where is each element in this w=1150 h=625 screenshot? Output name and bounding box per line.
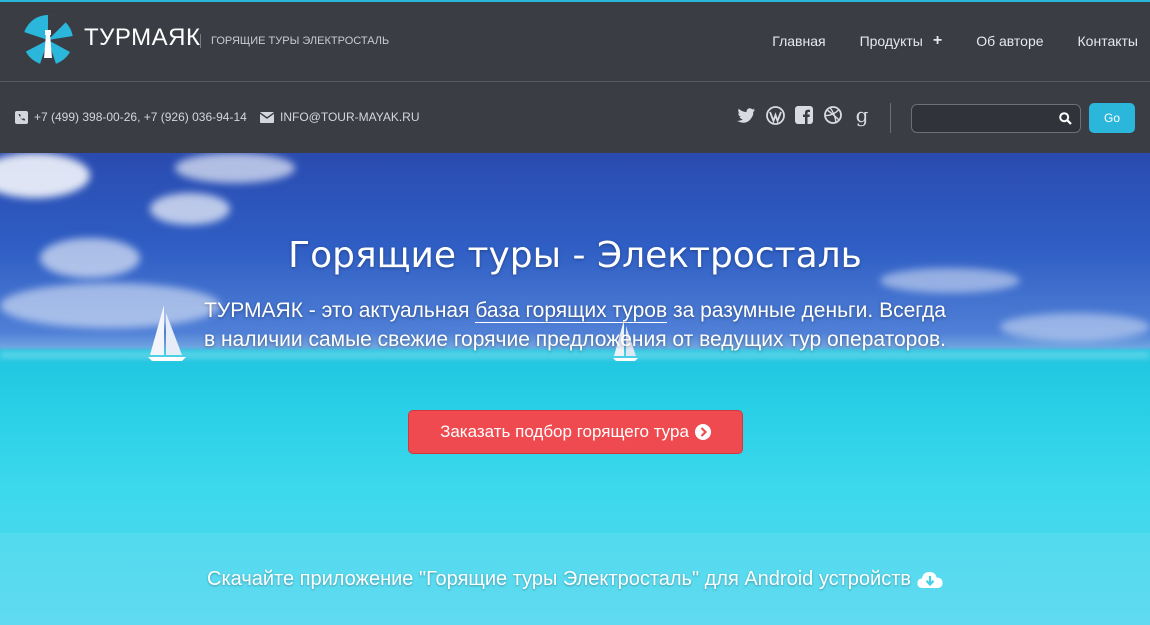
divider xyxy=(890,103,891,133)
dribbble-icon[interactable] xyxy=(823,105,843,125)
cloud xyxy=(150,193,230,225)
nav-home[interactable]: Главная xyxy=(772,33,825,49)
brand-name[interactable]: ТУРМАЯК xyxy=(84,24,200,52)
phone-icon xyxy=(15,110,28,124)
email-contact[interactable]: INFO@TOUR-MAYAK.RU xyxy=(260,110,420,124)
social-links: g xyxy=(736,103,881,127)
nav-contacts-label: Контакты xyxy=(1077,33,1138,49)
twitter-icon[interactable] xyxy=(736,105,756,125)
nav-about-label: Об авторе xyxy=(976,33,1044,49)
android-app-promo[interactable]: Скачайте приложение "Горящие туры Электр… xyxy=(0,568,1150,591)
email-address: INFO@TOUR-MAYAK.RU xyxy=(280,110,420,124)
header: ТУРМАЯК ГОРЯЩИЕ ТУРЫ ЭЛЕКТРОСТАЛЬ Главна… xyxy=(0,2,1150,82)
facebook-icon[interactable] xyxy=(794,105,814,125)
envelope-icon xyxy=(260,111,274,123)
cloud xyxy=(1000,313,1150,341)
search-box[interactable] xyxy=(911,104,1081,133)
hero-description: ТУРМАЯК - это актуальная база горящих ту… xyxy=(200,296,950,354)
nav-about[interactable]: Об авторе xyxy=(976,33,1043,49)
wordpress-icon[interactable] xyxy=(765,105,785,125)
order-tour-label: Заказать подбор горящего тура xyxy=(440,422,689,441)
android-app-text: Скачайте приложение "Горящие туры Электр… xyxy=(207,568,911,590)
contact-bar: +7 (499) 398-00-26, +7 (926) 036-94-14 I… xyxy=(0,83,1150,153)
search-input[interactable] xyxy=(912,105,1052,132)
nav-products[interactable]: Продукты + xyxy=(860,32,943,50)
google-icon[interactable]: g xyxy=(852,103,872,127)
chevron-circle-right-icon xyxy=(694,424,711,440)
phone-contact[interactable]: +7 (499) 398-00-26, +7 (926) 036-94-14 xyxy=(15,110,247,124)
brand-tagline: ГОРЯЩИЕ ТУРЫ ЭЛЕКТРОСТАЛЬ xyxy=(200,34,389,48)
expand-plus-icon[interactable]: + xyxy=(933,32,942,50)
lighthouse-logo[interactable] xyxy=(22,14,74,66)
hero-banner: Горящие туры - Электросталь ТУРМАЯК - эт… xyxy=(0,153,1150,625)
order-tour-button[interactable]: Заказать подбор горящего тура xyxy=(408,410,743,454)
cloud xyxy=(0,153,90,198)
cloud xyxy=(175,153,295,183)
cloud-download-icon xyxy=(917,571,943,588)
hero-title: Горящие туры - Электросталь xyxy=(288,235,862,276)
nav-contacts[interactable]: Контакты xyxy=(1078,33,1138,49)
hero-text-start: ТУРМАЯК - это актуальная xyxy=(204,299,476,322)
hot-tours-link[interactable]: база горящих туров xyxy=(475,299,668,323)
nav-products-label: Продукты xyxy=(859,33,923,49)
sailboat xyxy=(148,305,186,361)
phone-numbers: +7 (499) 398-00-26, +7 (926) 036-94-14 xyxy=(34,110,247,124)
main-nav: Главная Продукты + Об авторе Контакты xyxy=(738,32,1138,50)
go-button[interactable]: Go xyxy=(1089,103,1135,133)
nav-home-label: Главная xyxy=(772,33,826,49)
search-icon[interactable] xyxy=(1059,112,1072,125)
